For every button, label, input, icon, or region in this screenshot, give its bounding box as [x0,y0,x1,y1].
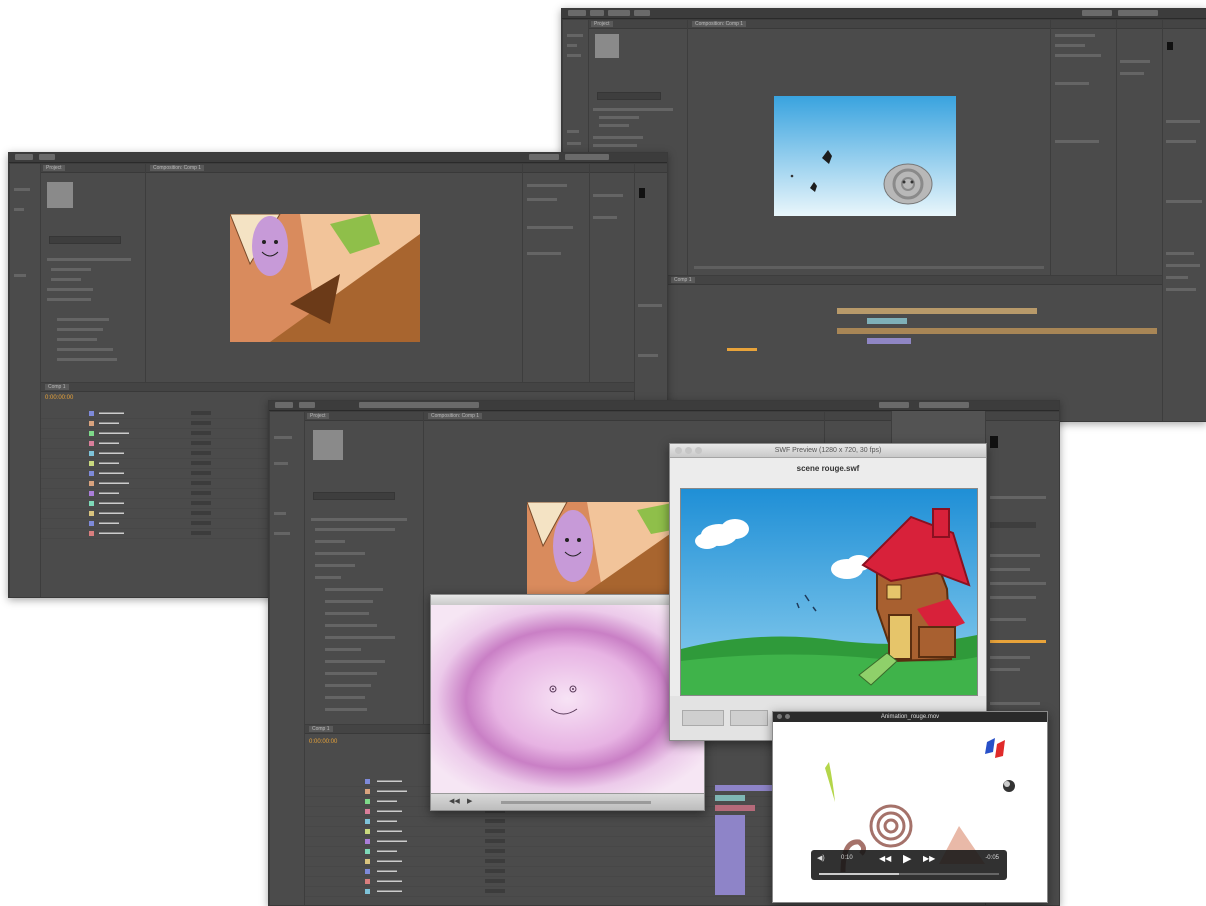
info-panel [1050,19,1117,276]
project-search-input[interactable] [313,492,395,500]
timecode-display[interactable]: 0:00:00:00 [45,395,73,401]
tab-composition[interactable]: Composition: Comp 1 [150,165,205,171]
close-icon[interactable] [675,447,682,454]
effects-panel [589,163,635,383]
play-icon[interactable]: ▶ [467,797,472,805]
rewind-icon[interactable]: ◀◀ [449,797,460,805]
pink-preview-window: ◀◀ ▶ [430,594,705,811]
minimize-icon[interactable] [785,714,790,719]
playback-controls: ◀◀ ▶ [431,793,704,810]
video-player-window: Animation_rouge.mov ◀) 0:10 ◀◀ ▶ ▶▶ -0:0… [772,711,1048,903]
project-thumbnail [595,34,619,58]
composition-viewer: Composition: Comp 1 [145,163,523,383]
volume-icon[interactable]: ◀) [817,854,825,862]
window-title: SWF Preview (1280 x 720, 30 fps) [774,447,882,454]
tools-strip [9,163,41,597]
close-icon[interactable] [777,714,782,719]
project-search-input[interactable] [597,92,661,100]
project-panel: Project [40,163,146,383]
video-controls-overlay: ◀) 0:10 ◀◀ ▶ ▶▶ -0:05 [811,850,1007,880]
tab-timeline[interactable]: Comp 1 [45,384,69,390]
play-icon[interactable]: ▶ [903,852,911,865]
menu-bar [562,9,1206,19]
video-progress [819,873,899,875]
comp-frame-character-scene [527,502,687,606]
tab-timeline[interactable]: Comp 1 [309,726,333,732]
comp-frame-character-scene [230,214,420,342]
swf-stage-house-scene [680,488,978,696]
rewind-icon[interactable]: ◀◀ [879,854,891,863]
comp-frame-sky-scene [774,96,956,216]
pink-blob-frame [431,605,704,793]
tab-project[interactable]: Project [591,21,613,27]
tab-timeline[interactable]: Comp 1 [671,277,695,283]
window-titlebar: SWF Preview (1280 x 720, 30 fps) [670,444,986,458]
project-search-input[interactable] [49,236,121,244]
tab-project[interactable]: Project [43,165,65,171]
minimize-icon[interactable] [685,447,692,454]
time-remaining: -0:05 [985,855,999,861]
effects-panel [1116,19,1163,276]
swf-file-name: scene rouge.swf [796,464,860,473]
tab-composition[interactable]: Composition: Comp 1 [692,21,747,27]
forward-icon[interactable]: ▶▶ [923,854,935,863]
tab-project[interactable]: Project [307,413,329,419]
timecode-display[interactable]: 0:00:00:00 [309,739,337,745]
tools-strip [269,411,305,905]
menu-bar [9,153,667,163]
window-title: Animation_rouge.mov [880,714,940,720]
info-panel [522,163,590,383]
zoom-icon[interactable] [695,447,702,454]
menu-bar [269,401,1059,411]
tab-composition[interactable]: Composition: Comp 1 [428,413,483,419]
time-elapsed: 0:10 [841,855,853,861]
project-panel: Project [304,411,424,725]
character-panel [1162,19,1206,421]
swf-preview-window: SWF Preview (1280 x 720, 30 fps) scene r… [669,443,987,741]
composition-viewer: Composition: Comp 1 [687,19,1051,276]
scrubber[interactable] [501,801,651,804]
